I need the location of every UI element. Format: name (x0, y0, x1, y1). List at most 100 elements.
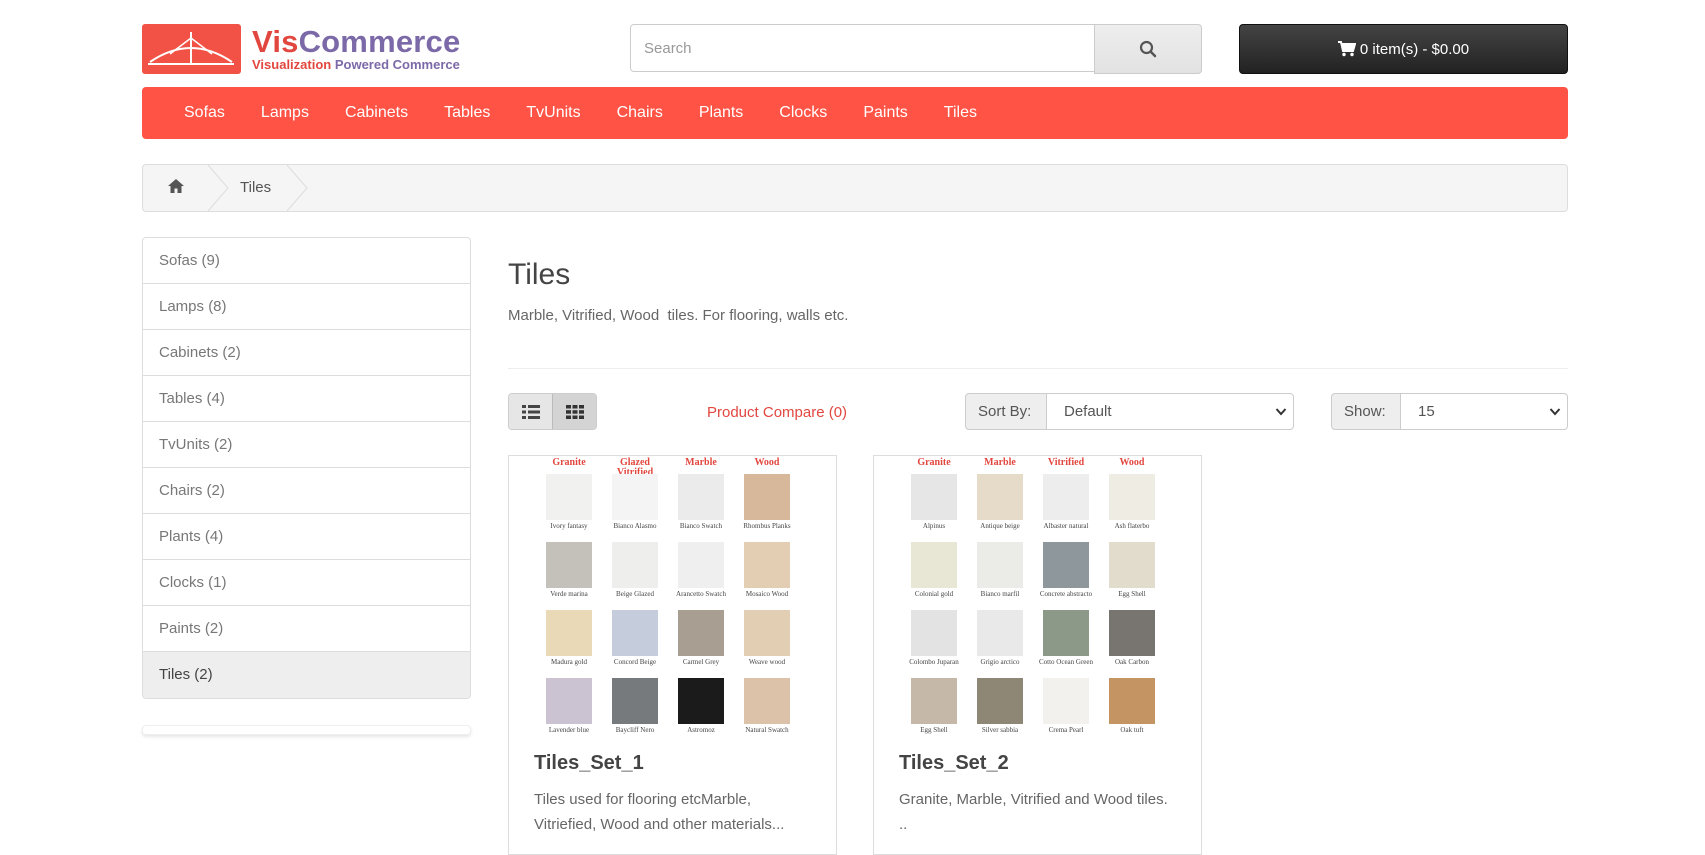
tile-swatch: Rhombus Planks (737, 474, 797, 542)
product-name[interactable]: Tiles_Set_2 (899, 752, 1009, 775)
tile-swatch: Colombo Juparan (904, 610, 964, 678)
tile-swatch: Colonial gold (904, 542, 964, 610)
product-card[interactable]: Granite Glazed Vitrified Marble Wood Ivory f… (508, 455, 837, 855)
nav-item-tables[interactable]: Tables (426, 87, 508, 139)
product-card[interactable]: Granite Marble Vitrified Wood Alpinus Antique… (873, 455, 1202, 855)
nav-item-plants[interactable]: Plants (681, 87, 761, 139)
nav-item-cabinets[interactable]: Cabinets (327, 87, 426, 139)
product-description: Tiles used for flooring etcMarble, Vitri… (534, 791, 785, 833)
search-bar (630, 24, 1202, 74)
tile-swatch: Alpinus (904, 474, 964, 542)
tile-swatch-image (678, 542, 724, 588)
sort-label: Sort By: (965, 393, 1047, 430)
swatch-grid: Granite Glazed Vitrified Marble Wood Ivory f… (539, 458, 807, 746)
brand-logo[interactable]: VisCommerce Visualization Powered Commer… (142, 24, 472, 74)
tile-swatch-image (911, 474, 957, 520)
tile-swatch-label: Bianco Alasmo (613, 522, 657, 530)
tile-swatch-label: Bianco marfil (980, 590, 1020, 598)
tile-swatch: Carmel Grey (671, 610, 731, 678)
search-icon (1139, 40, 1157, 58)
nav-item-tvunits[interactable]: TvUnits (508, 87, 598, 139)
logo-emblem (142, 24, 241, 74)
tile-swatch-image (911, 542, 957, 588)
tile-swatch-image (744, 542, 790, 588)
category-description: Marble, Vitrified, Wood tiles. For floor… (508, 307, 849, 324)
tile-swatch-label: Oak Carbon (1114, 658, 1150, 666)
nav-item-sofas[interactable]: Sofas (166, 87, 243, 139)
tile-column-heading: Vitrified (1047, 457, 1085, 468)
tile-column-heading: Marble (685, 457, 717, 468)
sidebar-item-cabinets[interactable]: Cabinets (2) (143, 330, 470, 376)
cart-icon (1337, 41, 1356, 57)
tile-swatch-image (911, 610, 957, 656)
product-image[interactable]: Granite Glazed Vitrified Marble Wood Ivory f… (539, 458, 807, 738)
nav-item-paints[interactable]: Paints (845, 87, 925, 139)
tile-swatch-label: Beige Glazed (616, 590, 654, 598)
product-compare-link[interactable]: Product Compare (0) (707, 404, 847, 421)
product-image[interactable]: Granite Marble Vitrified Wood Alpinus Antique… (904, 458, 1172, 738)
tile-swatch-image (1043, 474, 1089, 520)
nav-item-tiles[interactable]: Tiles (926, 87, 995, 139)
product-name[interactable]: Tiles_Set_1 (534, 752, 644, 775)
list-view-button[interactable] (509, 394, 552, 429)
tile-swatch-image (612, 474, 658, 520)
tile-swatch-label: Egg Shell (920, 726, 948, 734)
tile-swatch: Madura gold (539, 610, 599, 678)
tile-swatch-label: Concord Beige (613, 658, 657, 666)
tile-swatch-label: Madura gold (551, 658, 587, 666)
tile-swatch: Concord Beige (605, 610, 665, 678)
tile-swatch: Bianco marfil (970, 542, 1030, 610)
tile-swatch-label: Lavender blue (548, 726, 590, 734)
tile-swatch-label: Antique beige (980, 522, 1020, 530)
tile-swatch-image (546, 610, 592, 656)
tile-swatch-label: Colonial gold (914, 590, 954, 598)
tile-swatch-label: Colombo Juparan (909, 658, 959, 666)
show-select[interactable]: 15 (1400, 393, 1568, 430)
nav-item-lamps[interactable]: Lamps (243, 87, 327, 139)
sidebar-item-sofas[interactable]: Sofas (9) (143, 238, 470, 284)
sort-value: Default (1064, 403, 1112, 420)
breadcrumb-current[interactable]: Tiles (240, 179, 271, 196)
tile-swatch: Albaster natural (1036, 474, 1096, 542)
sidebar-item-lamps[interactable]: Lamps (8) (143, 284, 470, 330)
cart-label: 0 item(s) - $0.00 (1359, 40, 1470, 58)
tile-swatch-label: Baycliff Nero (615, 726, 655, 734)
sidebar-item-tiles[interactable]: Tiles (2) (143, 652, 470, 698)
cart-button[interactable]: 0 item(s) - $0.00 (1239, 24, 1568, 74)
search-input[interactable] (630, 24, 1095, 72)
tile-swatch-label: Cotto Ocean Green (1038, 658, 1094, 666)
tile-swatch-image (1109, 474, 1155, 520)
tile-swatch: Bianco Swatch (671, 474, 731, 542)
tile-swatch: Ash flaterbo (1102, 474, 1162, 542)
tile-swatch-label: Carmel Grey (682, 658, 720, 666)
sidebar-item-paints[interactable]: Paints (2) (143, 606, 470, 652)
tile-swatch-image (546, 678, 592, 724)
tile-swatch: Oak tuft (1102, 678, 1162, 746)
sidebar-item-chairs[interactable]: Chairs (2) (143, 468, 470, 514)
nav-item-chairs[interactable]: Chairs (599, 87, 681, 139)
sidebar-item-tvunits[interactable]: TvUnits (2) (143, 422, 470, 468)
breadcrumb-home[interactable] (167, 178, 185, 199)
tile-swatch-image (612, 610, 658, 656)
home-icon (168, 179, 184, 193)
tile-swatch-label: Grigio arctico (980, 658, 1020, 666)
sidebar-item-tables[interactable]: Tables (4) (143, 376, 470, 422)
tile-swatch-label: Concrete abstracto (1039, 590, 1093, 598)
tile-swatch-label: Arancetto Swatch (676, 590, 726, 598)
tile-swatch: Concrete abstracto (1036, 542, 1096, 610)
nav-item-clocks[interactable]: Clocks (761, 87, 845, 139)
sidebar-item-clocks[interactable]: Clocks (1) (143, 560, 470, 606)
tile-swatch-label: Albaster natural (1043, 522, 1089, 530)
sort-select[interactable]: Default (1046, 393, 1294, 430)
tile-swatch: Grigio arctico (970, 610, 1030, 678)
grid-view-button[interactable] (552, 394, 596, 429)
tile-swatch: Beige Glazed (605, 542, 665, 610)
tile-swatch-image (911, 678, 957, 724)
tile-swatch-label: Silver sabbia (981, 726, 1019, 734)
search-button[interactable] (1094, 24, 1202, 74)
grid-icon (565, 404, 584, 419)
show-label: Show: (1331, 393, 1401, 430)
tile-swatch: Natural Swatch (737, 678, 797, 746)
tile-swatch-label: Egg Shell (1118, 590, 1146, 598)
sidebar-item-plants[interactable]: Plants (4) (143, 514, 470, 560)
